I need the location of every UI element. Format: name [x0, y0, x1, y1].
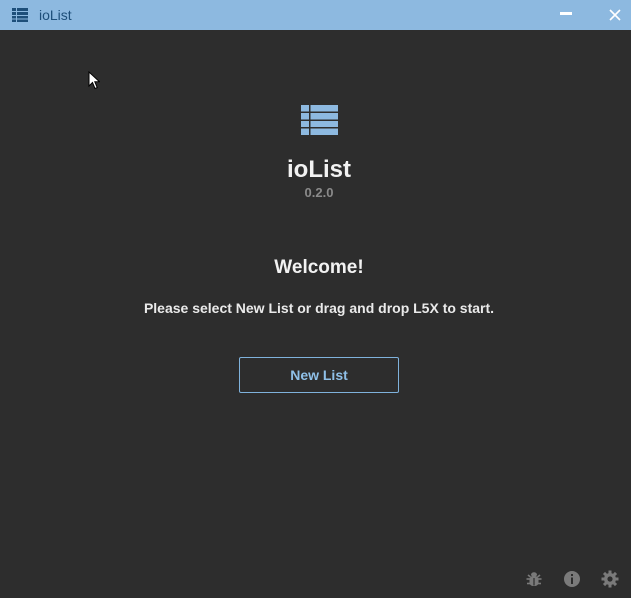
bug-icon[interactable]	[525, 570, 543, 588]
list-icon	[12, 8, 28, 22]
close-button[interactable]	[605, 5, 625, 25]
info-icon[interactable]	[563, 570, 581, 588]
mouse-cursor-icon	[88, 71, 100, 90]
app-name: ioList	[287, 156, 351, 183]
close-icon	[609, 9, 621, 21]
app-version: 0.2.0	[304, 185, 334, 200]
minimize-button[interactable]	[556, 5, 576, 25]
app-window: ioList ioList 0.2.0 Welcome! Please sele…	[0, 0, 631, 598]
new-list-button[interactable]: New List	[239, 357, 399, 393]
instructions-text: Please select New List or drag and drop …	[143, 300, 495, 316]
welcome-heading: Welcome!	[274, 257, 364, 278]
window-title: ioList	[39, 7, 72, 23]
app-logo-icon	[301, 105, 338, 135]
minimize-icon	[560, 12, 572, 15]
title-bar[interactable]: ioList	[0, 0, 631, 30]
gear-icon[interactable]	[601, 570, 619, 588]
